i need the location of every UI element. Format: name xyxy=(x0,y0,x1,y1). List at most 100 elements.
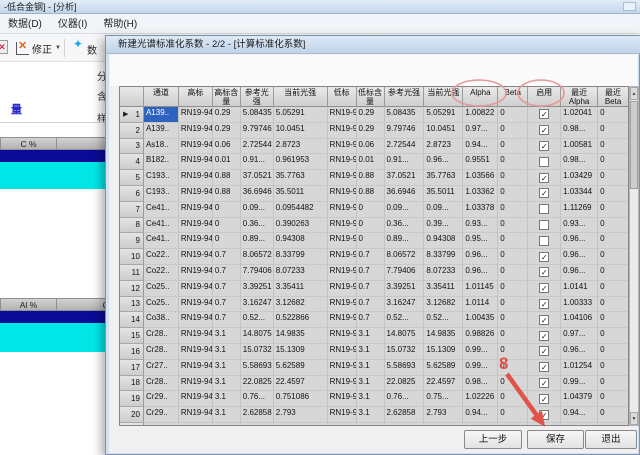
row-header-13[interactable]: 13 xyxy=(120,297,144,313)
row-header-10[interactable]: 10 xyxy=(120,249,144,265)
grid-cell[interactable]: 0 xyxy=(498,154,528,170)
grid-cell[interactable]: 0.09... xyxy=(424,202,463,218)
grid-cell[interactable]: 0.91... xyxy=(385,154,425,170)
row-header-17[interactable]: 17 xyxy=(120,360,144,376)
grid-cell[interactable]: 0.09... xyxy=(385,202,425,218)
grid-cell[interactable]: 35.7763 xyxy=(274,170,328,186)
grid-cell[interactable]: 0.01 xyxy=(357,154,385,170)
grid-cell[interactable]: 3.1 xyxy=(357,344,385,360)
grid-cell[interactable]: 35.7763 xyxy=(424,170,463,186)
checkbox-checked[interactable]: ✓ xyxy=(539,252,549,262)
grid-cell[interactable]: 15.0732 xyxy=(385,344,425,360)
checkbox-checked[interactable]: ✓ xyxy=(539,425,549,426)
grid-column-header-7[interactable]: 参考光强 xyxy=(385,87,425,107)
grid-cell[interactable]: 0 xyxy=(213,218,241,234)
grid-cell[interactable]: 0 xyxy=(498,312,528,328)
grid-cell[interactable]: RN19-94 xyxy=(328,407,357,423)
checkbox-checked[interactable]: ✓ xyxy=(539,125,549,135)
grid-cell[interactable]: 2.793 xyxy=(424,407,463,423)
grid-cell[interactable]: 0.94308 xyxy=(424,233,463,249)
grid-cell[interactable]: 0 xyxy=(498,281,528,297)
grid-cell[interactable]: 5.58693 xyxy=(385,360,425,376)
grid-cell[interactable]: 3.1 xyxy=(213,391,241,407)
grid-cell[interactable]: 1.03378 xyxy=(463,202,498,218)
grid-cell[interactable]: 0 xyxy=(598,297,629,313)
grid-cell[interactable]: RN19-94 xyxy=(179,407,213,423)
grid-cell[interactable]: 0.09... xyxy=(241,202,274,218)
grid-cell[interactable]: 0 xyxy=(498,297,528,313)
checkbox-checked[interactable]: ✓ xyxy=(539,315,549,325)
grid-cell[interactable]: 1.01254 xyxy=(561,360,598,376)
grid-cell[interactable]: 0 xyxy=(598,123,629,139)
grid-cell[interactable]: 36.6946 xyxy=(385,186,425,202)
grid-cell[interactable]: 2.62858 xyxy=(385,407,425,423)
checkbox-checked[interactable]: ✓ xyxy=(539,267,549,277)
grid-cell[interactable]: As18.. xyxy=(144,139,179,155)
grid-cell[interactable]: 0 xyxy=(598,391,629,407)
app-title-bar[interactable]: -低合金钢] - [分析] xyxy=(0,0,640,14)
grid-cell[interactable]: 0.94... xyxy=(463,139,498,155)
grid-cell[interactable]: 5.08435 xyxy=(241,107,274,123)
grid-cell[interactable]: 15.0732 xyxy=(241,344,274,360)
checkbox-unchecked[interactable] xyxy=(539,236,549,246)
grid-cell[interactable]: 0.96... xyxy=(561,265,598,281)
grid-cell[interactable]: 0 xyxy=(213,202,241,218)
grid-cell[interactable]: 0 xyxy=(498,423,528,426)
row-header-19[interactable]: 19 xyxy=(120,391,144,407)
grid-cell[interactable]: 3.1 xyxy=(357,423,385,426)
grid-cell[interactable]: RN19-94 xyxy=(179,202,213,218)
grid-cell[interactable]: 29.0454 xyxy=(424,423,463,426)
grid-cell[interactable]: 0 xyxy=(598,202,629,218)
grid-column-header-13[interactable]: 最近Beta xyxy=(598,87,629,107)
grid-cell[interactable]: 0.94... xyxy=(561,407,598,423)
grid-cell[interactable]: 0.88 xyxy=(357,170,385,186)
grid-cell[interactable]: 0.91... xyxy=(241,154,274,170)
grid-cell[interactable]: RN19-94 xyxy=(179,249,213,265)
grid-cell[interactable]: RN19-94 xyxy=(328,202,357,218)
grid-cell[interactable]: 1.01145 xyxy=(463,281,498,297)
grid-cell[interactable]: Co22.. xyxy=(144,265,179,281)
grid-cell[interactable]: 3.1 xyxy=(357,328,385,344)
grid-cell[interactable]: RN19-94 xyxy=(328,186,357,202)
grid-cell[interactable]: 0.96... xyxy=(561,249,598,265)
grid-cell[interactable]: 0.99... xyxy=(463,360,498,376)
grid-cell[interactable]: 0.99... xyxy=(561,376,598,392)
grid-cell[interactable]: 0.29 xyxy=(213,123,241,139)
grid-cell[interactable]: 3.1 xyxy=(357,376,385,392)
grid-cell[interactable]: 5.62589 xyxy=(274,360,328,376)
grid-cell[interactable]: 29.0454 xyxy=(274,423,328,426)
grid-cell[interactable]: 5.05291 xyxy=(274,107,328,123)
grid-cell[interactable]: 0.7 xyxy=(357,312,385,328)
grid-cell[interactable]: RN19-94 xyxy=(328,170,357,186)
grid-cell[interactable]: 0.98... xyxy=(561,154,598,170)
grid-cell[interactable]: 0.390263 xyxy=(274,218,328,234)
grid-cell[interactable]: 3.1 xyxy=(213,423,241,426)
grid-cell[interactable]: 3.35411 xyxy=(274,281,328,297)
grid-cell[interactable]: 37.0521 xyxy=(241,170,274,186)
row-header-5[interactable]: 5 xyxy=(120,170,144,186)
grid-cell[interactable]: RN19-94 xyxy=(179,123,213,139)
grid-cell[interactable]: RN19-94 xyxy=(328,360,357,376)
grid-cell[interactable]: 10.0451 xyxy=(424,123,463,139)
grid-cell[interactable]: RN19-94 xyxy=(328,376,357,392)
grid-cell[interactable]: 0 xyxy=(498,376,528,392)
grid-cell[interactable]: 0.522866 xyxy=(274,312,328,328)
checkbox-checked[interactable]: ✓ xyxy=(539,346,549,356)
grid-cell[interactable]: 0.9551 xyxy=(463,154,498,170)
correction-button[interactable]: ✕ 修正 ▼ xyxy=(12,38,65,58)
grid-cell[interactable]: 2.72544 xyxy=(241,139,274,155)
grid-cell[interactable]: 0.52... xyxy=(424,312,463,328)
grid-column-header-12[interactable]: 最近Alpha xyxy=(561,87,598,107)
row-header-15[interactable]: 15 xyxy=(120,328,144,344)
grid-cell[interactable]: RN19-94 xyxy=(179,297,213,313)
grid-column-header-1[interactable]: 高标 xyxy=(179,87,213,107)
grid-cell[interactable]: 0.89... xyxy=(241,233,274,249)
checkbox-unchecked[interactable] xyxy=(539,204,549,214)
grid-cell[interactable]: 0 xyxy=(498,139,528,155)
grid-cell[interactable]: 0 xyxy=(357,233,385,249)
grid-cell[interactable]: 1.00435 xyxy=(463,312,498,328)
grid-cell[interactable]: 0 xyxy=(357,202,385,218)
grid-cell[interactable]: 0.29 xyxy=(357,107,385,123)
grid-cell[interactable]: 3.12682 xyxy=(274,297,328,313)
row-header-11[interactable]: 11 xyxy=(120,265,144,281)
